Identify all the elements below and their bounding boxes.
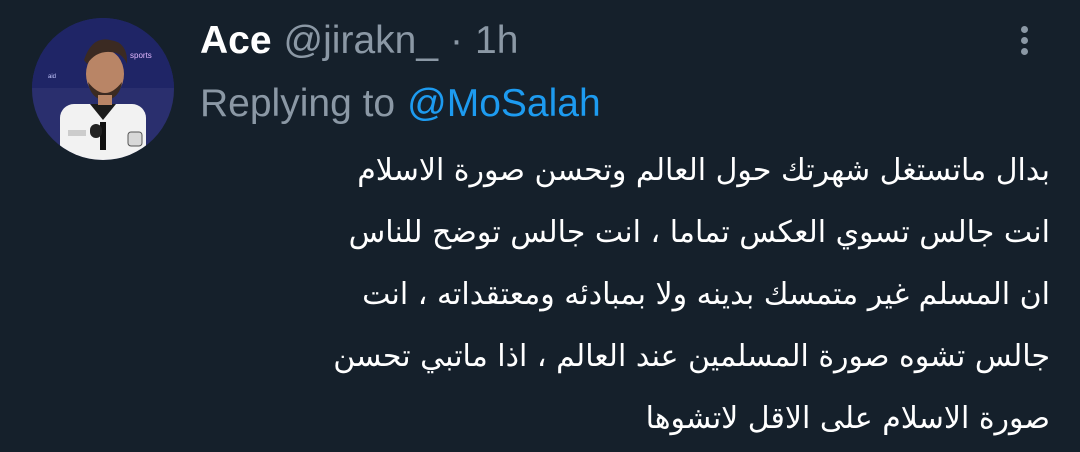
more-vertical-icon[interactable] xyxy=(1014,24,1038,58)
separator-dot: · xyxy=(450,19,464,62)
user-handle[interactable]: @jirakn_ xyxy=(284,19,438,63)
tweet-card[interactable]: sports aid Ace @jirakn_ · 1h Replying to… xyxy=(0,0,1080,452)
svg-text:aid: aid xyxy=(48,74,56,80)
tweet-text-line: صورة الاسلام على الاقل لاتشوها xyxy=(645,401,1050,436)
display-name[interactable]: Ace xyxy=(200,19,272,63)
more-dot xyxy=(1021,37,1028,44)
tweet-text-line: ان المسلم غير متمسك بدينه ولا بمبادئه وم… xyxy=(362,277,1050,312)
replying-to: Replying to @MoSalah xyxy=(200,76,601,132)
more-dot xyxy=(1021,26,1028,33)
more-dot xyxy=(1021,48,1028,55)
tweet-text-line: انت جالس تسوي العكس تماما ، انت جالس توض… xyxy=(348,215,1050,250)
timestamp[interactable]: 1h xyxy=(475,19,518,63)
tweet-text-line: جالس تشوه صورة المسلمين عند العالم ، اذا… xyxy=(333,339,1050,374)
tweet-header: Ace @jirakn_ · 1h xyxy=(200,16,518,66)
replying-prefix: Replying to xyxy=(200,82,396,125)
tweet-text: بدال ماتستغل شهرتك حول العالم وتحسن صورة… xyxy=(200,140,1050,450)
svg-text:sports: sports xyxy=(130,51,152,60)
avatar-image: sports aid xyxy=(32,18,174,160)
tweet-text-line: بدال ماتستغل شهرتك حول العالم وتحسن صورة… xyxy=(357,153,1050,188)
mention-link[interactable]: @MoSalah xyxy=(407,82,601,126)
avatar[interactable]: sports aid xyxy=(32,18,174,160)
